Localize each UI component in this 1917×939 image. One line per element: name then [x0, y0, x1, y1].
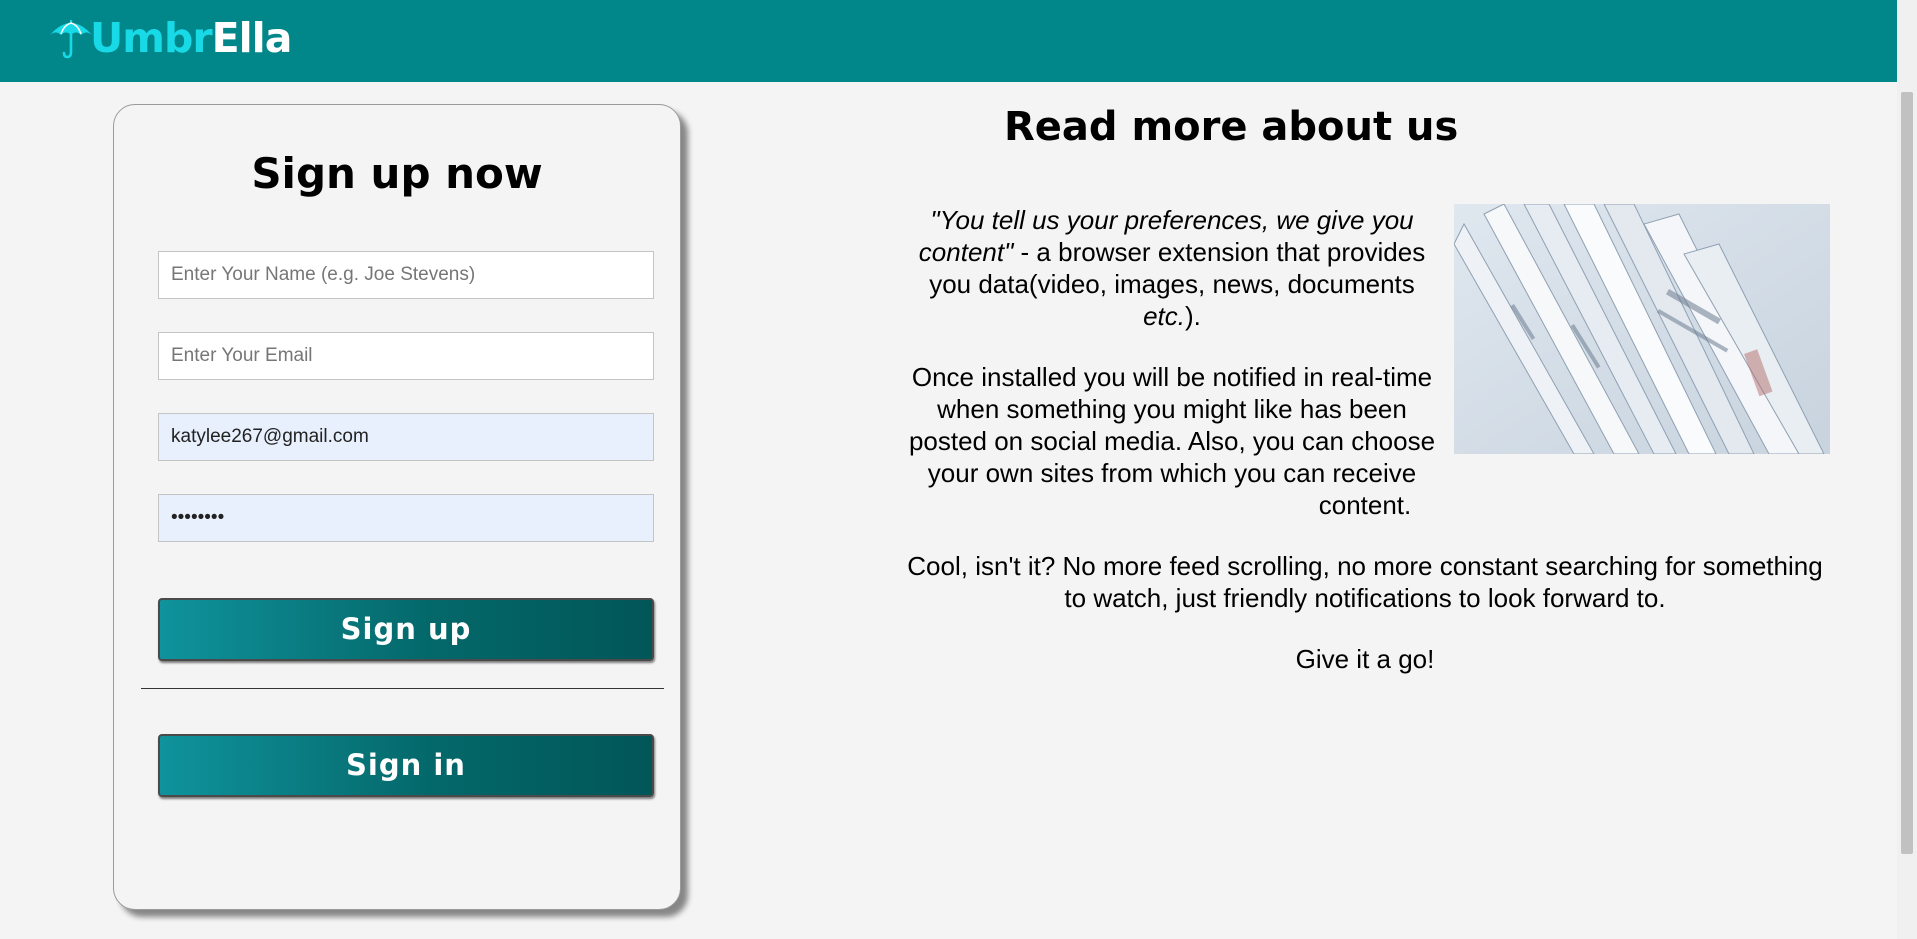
top-bar: UmbrElla: [0, 0, 1897, 82]
newspapers-photo: [1454, 204, 1830, 454]
name-input[interactable]: [158, 251, 654, 299]
logo-text: UmbrElla: [90, 17, 292, 59]
about-section: "You tell us your preferences, we give y…: [900, 204, 1830, 704]
logo[interactable]: UmbrElla: [48, 13, 292, 63]
about-paragraph-4: Give it a go!: [1295, 644, 1435, 674]
logo-text-part1: Umbr: [90, 13, 213, 62]
scrollbar[interactable]: [1897, 0, 1917, 939]
signup-title: Sign up now: [251, 149, 543, 198]
username-input[interactable]: [158, 413, 654, 461]
signup-card: Sign up now Sign up Sign in: [113, 104, 681, 910]
about-p1-etc: etc.: [1143, 301, 1186, 331]
umbrella-icon: [50, 20, 92, 59]
about-paragraph-3: Cool, isn't it? No more feed scrolling, …: [907, 551, 1823, 613]
newspapers-image: [1454, 204, 1830, 454]
about-title: Read more about us: [1004, 104, 1459, 150]
logo-text-part2: Ella: [211, 13, 293, 62]
signin-button[interactable]: Sign in: [158, 734, 654, 797]
scrollbar-thumb[interactable]: [1901, 92, 1913, 854]
signup-button[interactable]: Sign up: [158, 598, 654, 661]
divider: [141, 688, 664, 689]
password-input[interactable]: [158, 494, 654, 542]
about-p1-end: ).: [1185, 301, 1201, 331]
email-input[interactable]: [158, 332, 654, 380]
